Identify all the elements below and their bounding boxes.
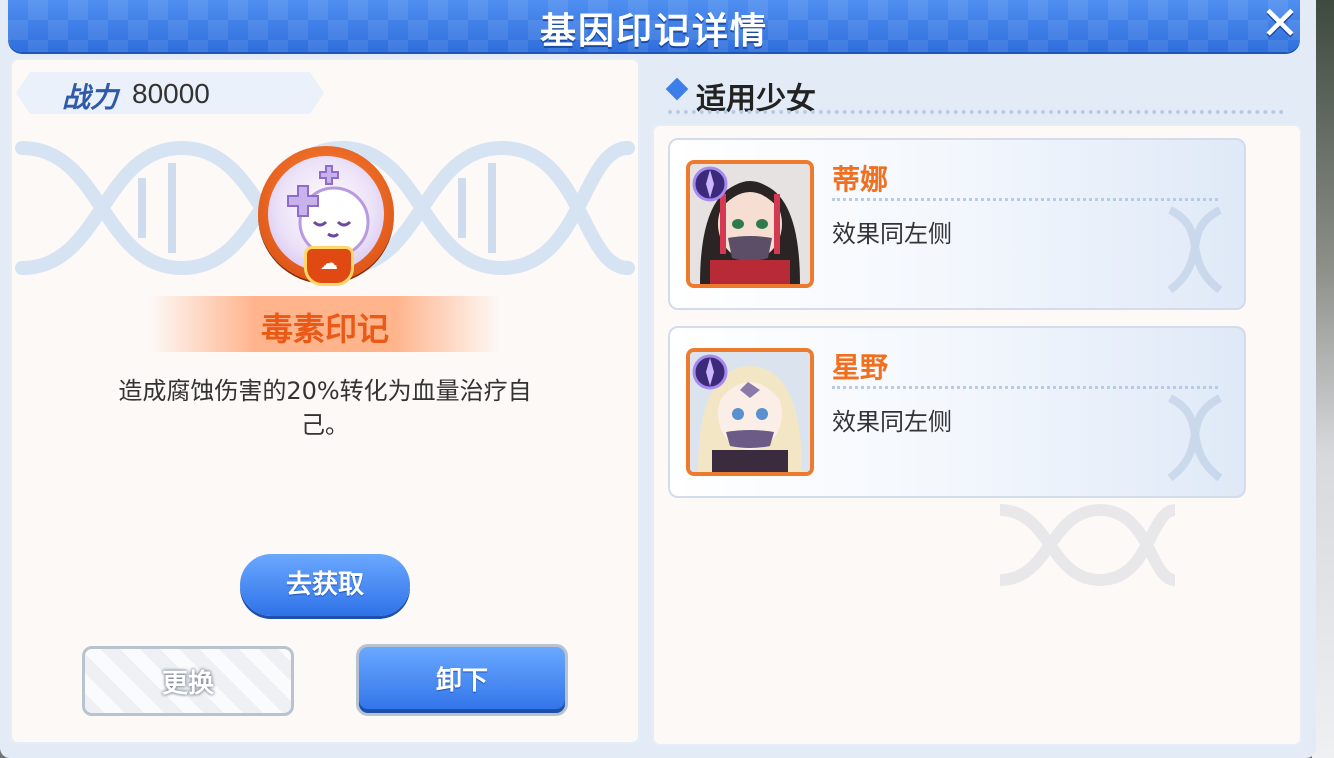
dialog-title: 基因印记详情 [539, 11, 768, 52]
dna-icon [1167, 394, 1223, 482]
close-button[interactable]: ✕ [1256, 0, 1300, 46]
cloud-emblem-icon: ☁ [304, 246, 354, 286]
dna-watermark-decoration [999, 503, 1177, 587]
imprint-description: 造成腐蚀伤害的20%转化为血量治疗自己。 [118, 377, 532, 439]
toxin-imprint-badge-icon: ☁ [258, 146, 394, 286]
unequip-button[interactable]: 卸下 [356, 644, 568, 716]
imprint-name: 毒素印记 [260, 310, 389, 348]
character-effect: 效果同左侧 [832, 408, 952, 436]
imprint-detail-dialog: 基因印记详情 ✕ 战力 80000 ☁ 毒素印记 造成腐蚀伤害的20%转化为血量… [0, 0, 1316, 758]
character-card[interactable]: 蒂娜 效果同左侧 [668, 138, 1246, 310]
diamond-bullet-icon [665, 77, 689, 101]
rank-star-icon [692, 166, 728, 202]
dialog-header: 基因印记详情 ✕ [8, 0, 1300, 52]
character-portrait [686, 348, 814, 476]
character-card[interactable]: 星野 效果同左侧 [668, 326, 1246, 498]
character-name: 蒂娜 [832, 163, 889, 196]
power-value: 80000 [132, 78, 210, 109]
rank-star-icon [692, 354, 728, 390]
power-label: 战力 [62, 81, 119, 114]
replace-button[interactable]: 更换 [82, 646, 294, 716]
dna-icon [1167, 206, 1223, 294]
character-effect: 效果同左侧 [832, 220, 952, 248]
obtain-button[interactable]: 去获取 [240, 554, 410, 616]
section-divider [668, 110, 1284, 114]
character-name: 星野 [832, 351, 889, 384]
character-portrait [686, 160, 814, 288]
